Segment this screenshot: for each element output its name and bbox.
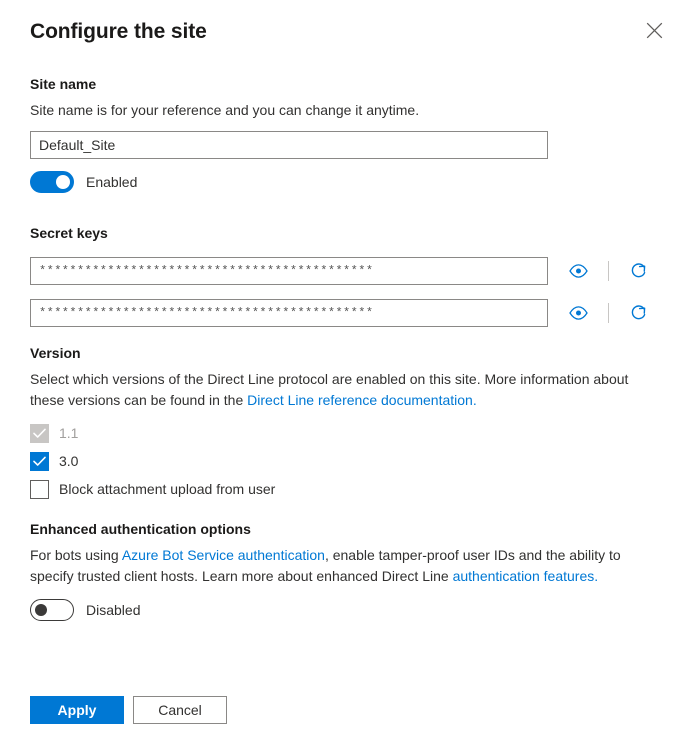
site-name-input[interactable] (30, 131, 548, 159)
panel-header: Configure the site (30, 0, 662, 50)
version-description: Select which versions of the Direct Line… (30, 369, 662, 411)
secret-key-row (30, 299, 662, 327)
secret-key-input-1[interactable] (30, 257, 548, 285)
close-icon[interactable] (640, 16, 668, 44)
site-name-heading: Site name (30, 74, 662, 94)
checkbox-version-3-0[interactable] (30, 452, 49, 471)
site-name-description: Site name is for your reference and you … (30, 100, 662, 121)
cancel-button[interactable]: Cancel (133, 696, 227, 724)
secret-key-input-2[interactable] (30, 299, 548, 327)
site-enabled-toggle[interactable] (30, 171, 74, 193)
version-option-row: 3.0 (30, 451, 662, 471)
apply-button[interactable]: Apply (30, 696, 124, 724)
enhanced-auth-description: For bots using Azure Bot Service authent… (30, 545, 662, 587)
direct-line-documentation-link[interactable]: Direct Line reference documentation. (247, 392, 477, 408)
checkbox-version-1-1 (30, 424, 49, 443)
version-option-label: 1.1 (59, 423, 78, 443)
enhanced-auth-section: Enhanced authentication options For bots… (30, 519, 662, 621)
version-option-label: Block attachment upload from user (59, 479, 275, 499)
authentication-features-link[interactable]: authentication features. (453, 568, 599, 584)
enhanced-auth-toggle[interactable] (30, 599, 74, 621)
configure-site-panel: Configure the site Site name Site name i… (0, 0, 692, 736)
site-name-section: Site name Site name is for your referenc… (30, 74, 662, 193)
toggle-knob (56, 175, 70, 189)
page-title: Configure the site (30, 18, 662, 46)
divider (608, 303, 609, 323)
enhanced-auth-text-1: For bots using (30, 547, 122, 563)
eye-icon[interactable] (562, 257, 594, 285)
refresh-icon[interactable] (623, 257, 655, 285)
site-enabled-toggle-row: Enabled (30, 171, 662, 193)
toggle-knob (35, 604, 47, 616)
secret-keys-section: Secret keys (30, 223, 662, 327)
enhanced-auth-heading: Enhanced authentication options (30, 519, 662, 539)
version-option-row: Block attachment upload from user (30, 479, 662, 499)
divider (608, 261, 609, 281)
version-option-row: 1.1 (30, 423, 662, 443)
enhanced-auth-toggle-label: Disabled (86, 600, 140, 620)
enhanced-auth-toggle-row: Disabled (30, 599, 662, 621)
version-section: Version Select which versions of the Dir… (30, 343, 662, 499)
secret-keys-heading: Secret keys (30, 223, 662, 243)
eye-icon[interactable] (562, 299, 594, 327)
site-enabled-toggle-label: Enabled (86, 172, 137, 192)
refresh-icon[interactable] (623, 299, 655, 327)
checkbox-block-attachment-upload[interactable] (30, 480, 49, 499)
panel-footer: Apply Cancel (30, 696, 227, 724)
secret-key-row (30, 257, 662, 285)
version-option-label: 3.0 (59, 451, 78, 471)
azure-bot-service-authentication-link[interactable]: Azure Bot Service authentication (122, 547, 325, 563)
version-heading: Version (30, 343, 662, 363)
